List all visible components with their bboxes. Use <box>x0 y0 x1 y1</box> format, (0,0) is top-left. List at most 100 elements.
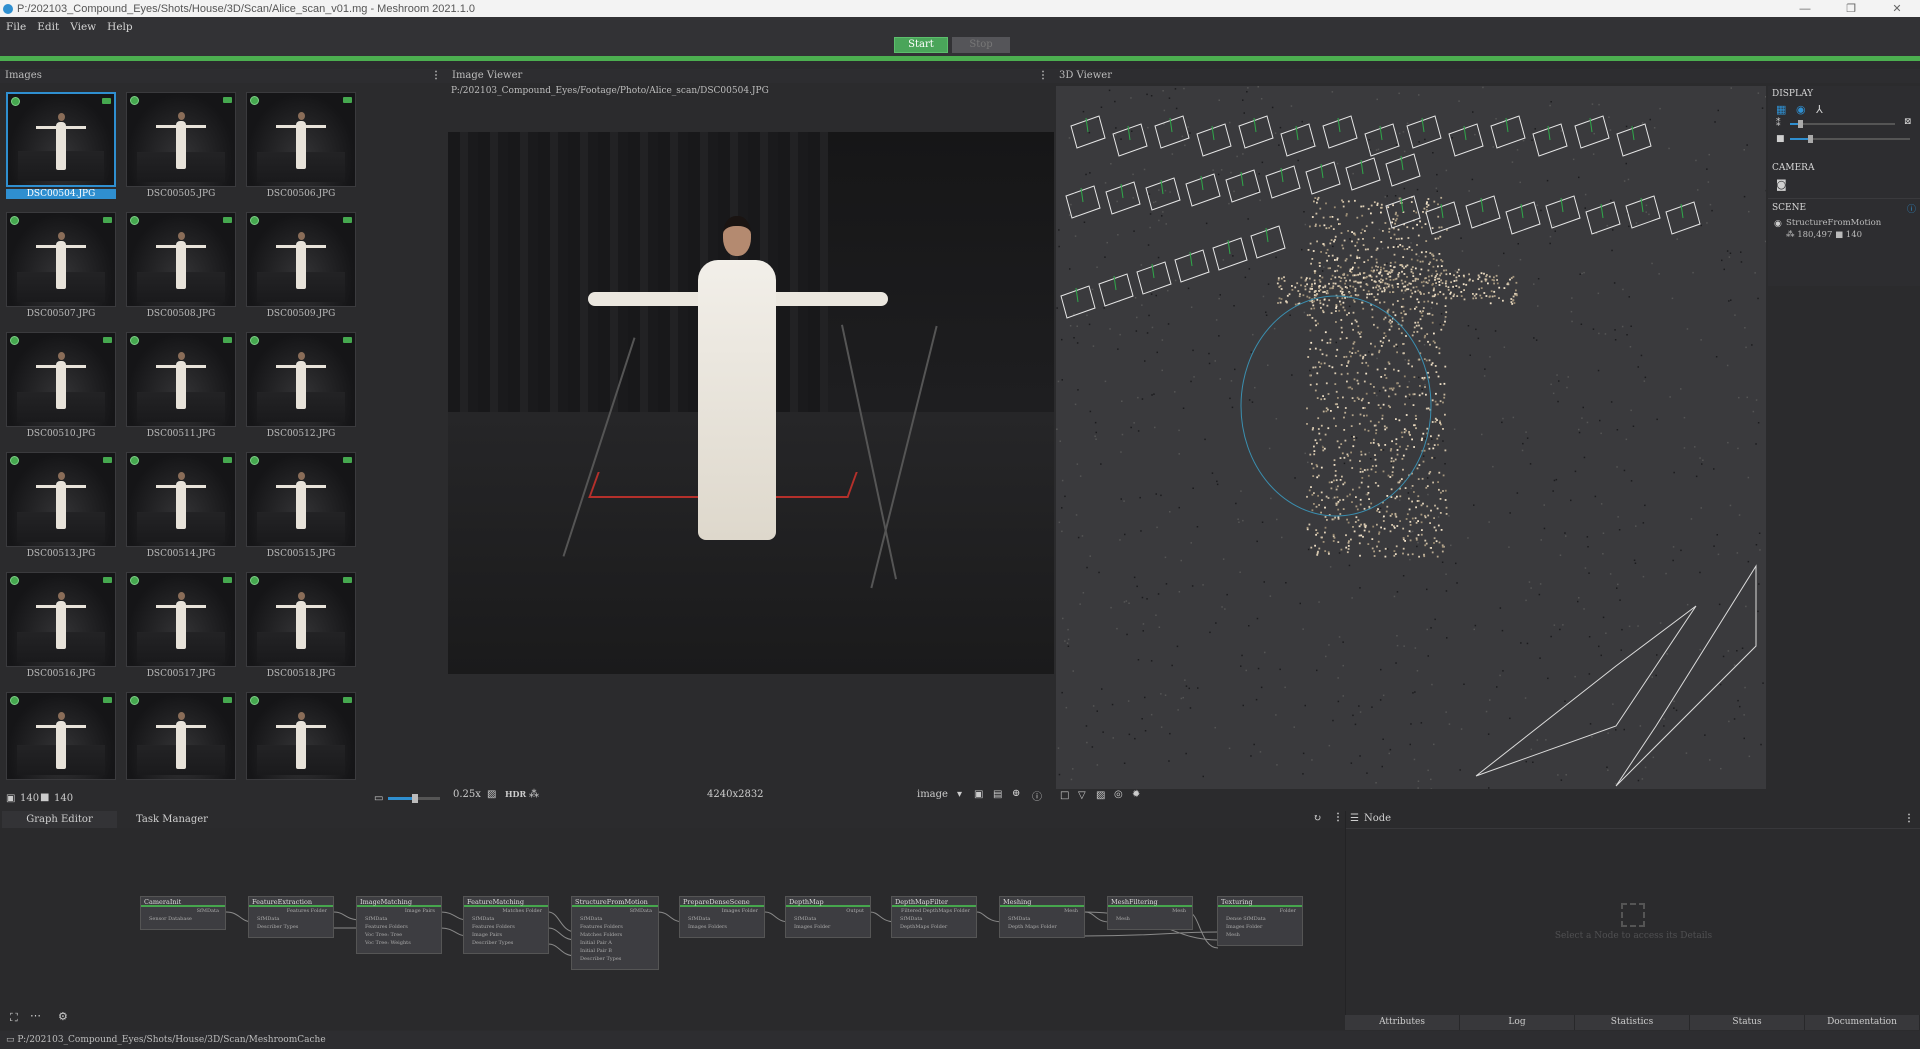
image-thumbnail[interactable] <box>246 212 356 307</box>
image-thumbnail[interactable] <box>126 212 236 307</box>
graph-node[interactable]: ImageMatching Image Pairs SfMData Features … <box>356 896 442 954</box>
graph-node[interactable]: DepthMap Output SfMData Images Folder <box>785 896 871 938</box>
image-thumbnail[interactable] <box>6 332 116 427</box>
node-input-port[interactable]: Mesh <box>1108 915 1192 923</box>
camera-scale-slider[interactable] <box>1790 135 1910 143</box>
node-input-port[interactable]: Image Pairs <box>464 931 548 939</box>
info-icon[interactable]: ⓘ <box>1032 788 1042 803</box>
tab-status[interactable]: Status <box>1690 1015 1805 1030</box>
graph-node[interactable]: Meshing Mesh SfMData Depth Maps Folder <box>999 896 1085 938</box>
node-output-port[interactable]: Matches Folder <box>464 907 548 915</box>
node-input-port[interactable]: Features Folders <box>357 923 441 931</box>
image-thumbnail[interactable] <box>246 572 356 667</box>
camera-snapshot-icon[interactable]: ◙ <box>1776 178 1787 191</box>
color-picker-icon[interactable]: ⁂ <box>529 789 539 800</box>
graph-node[interactable]: FeatureExtraction Features Folder SfMData D… <box>248 896 334 938</box>
maximize-button[interactable]: ❐ <box>1828 2 1874 15</box>
node-input-port[interactable]: Voc Tree: Tree <box>357 931 441 939</box>
node-input-port[interactable]: Voc Tree: Weights <box>357 939 441 947</box>
node-input-port[interactable]: SfMData <box>1000 915 1084 923</box>
graph-node[interactable]: PrepareDenseScene Images Folder SfMData Ima… <box>679 896 765 938</box>
viewer-3d-canvas[interactable] <box>1056 86 1766 789</box>
hdr-toggle[interactable]: HDR <box>505 789 526 799</box>
refresh-icon[interactable]: ↻ <box>1313 813 1321 824</box>
graph-node[interactable]: FeatureMatching Matches Folder SfMData Feat… <box>463 896 549 954</box>
tab-log[interactable]: Log <box>1460 1015 1575 1030</box>
image-thumbnail[interactable] <box>246 452 356 547</box>
image-thumbnail[interactable] <box>246 92 356 187</box>
node-output-port[interactable]: SfMData <box>141 907 225 915</box>
images-menu-icon[interactable]: ⋮ <box>431 69 441 83</box>
tab-graph-editor[interactable]: Graph Editor <box>2 811 117 828</box>
node-input-port[interactable]: SfMData <box>680 915 764 923</box>
stop-button[interactable]: Stop <box>952 37 1010 53</box>
image-mode-select[interactable]: image <box>917 789 948 800</box>
settings-3d-icon[interactable]: ✹ <box>1132 789 1140 800</box>
node-input-port[interactable]: Depth Maps Folder <box>1000 923 1084 931</box>
filter-icon[interactable]: ▽ <box>1078 790 1086 801</box>
cache-path[interactable]: P:/202103_Compound_Eyes/Shots/House/3D/S… <box>17 1035 325 1045</box>
node-input-port[interactable]: Features Folders <box>572 923 658 931</box>
node-output-port[interactable]: SfMData <box>572 907 658 915</box>
image-thumbnail[interactable] <box>246 692 356 780</box>
image-viewer-menu-icon[interactable]: ⋮ <box>1038 69 1048 83</box>
point-size-slider[interactable] <box>1790 120 1895 128</box>
grid-icon[interactable]: ▨ <box>1096 790 1105 801</box>
image-thumbnail[interactable] <box>6 452 116 547</box>
graph-node[interactable]: Texturing Folder Dense SfMData Images Folde… <box>1217 896 1303 946</box>
image-thumbnail[interactable] <box>6 212 116 307</box>
zoom-level[interactable]: 0.25x <box>453 789 481 800</box>
image-thumbnail[interactable] <box>6 572 116 667</box>
graph-node[interactable]: StructureFromMotion SfMData SfMData Feature… <box>571 896 659 970</box>
node-input-port[interactable]: Describer Types <box>572 955 658 963</box>
node-input-port[interactable]: Images Folder <box>786 923 870 931</box>
thumbnail-size-slider[interactable] <box>388 794 440 803</box>
color-channels-icon[interactable]: ▨ <box>487 789 496 800</box>
tab-attributes[interactable]: Attributes <box>1345 1015 1460 1030</box>
node-output-port[interactable]: Images Folder <box>680 907 764 915</box>
image-thumbnail[interactable] <box>126 92 236 187</box>
graph-node[interactable]: CameraInit SfMData Sensor Database <box>140 896 226 930</box>
chevron-down-icon[interactable]: ▾ <box>957 789 962 800</box>
node-menu-icon[interactable]: ⋮ <box>1904 813 1914 824</box>
image-thumbnail[interactable] <box>126 452 236 547</box>
image-thumbnail[interactable] <box>6 92 116 187</box>
axes-display-icon[interactable]: ⅄ <box>1816 103 1823 116</box>
node-input-port[interactable]: SfMData <box>892 915 976 923</box>
image-thumbnail[interactable] <box>126 332 236 427</box>
node-input-port[interactable]: SfMData <box>786 915 870 923</box>
menu-file[interactable]: File <box>6 21 26 33</box>
graph-menu-icon[interactable]: ⋮ <box>1333 812 1343 823</box>
globe-icon[interactable]: ⊕ <box>1012 788 1020 799</box>
menu-help[interactable]: Help <box>107 21 132 33</box>
image-thumbnail[interactable] <box>126 692 236 780</box>
node-output-port[interactable]: Mesh <box>1000 907 1084 915</box>
fit-view-icon[interactable]: ⊠ <box>1904 117 1912 127</box>
menu-view[interactable]: View <box>70 21 96 33</box>
gear-icon[interactable]: ⚙ <box>58 1010 68 1023</box>
more-icon[interactable]: ⋯ <box>30 1009 41 1022</box>
node-input-port[interactable]: Describer Types <box>249 923 333 931</box>
scene-item-name[interactable]: StructureFromMotion <box>1786 218 1881 228</box>
graph-node[interactable]: MeshFiltering Mesh Mesh <box>1107 896 1193 930</box>
node-input-port[interactable]: Sensor Database <box>141 915 225 923</box>
image-overlay-icon[interactable]: ▣ <box>974 789 983 800</box>
node-output-port[interactable]: Mesh <box>1108 907 1192 915</box>
node-input-port[interactable]: SfMData <box>249 915 333 923</box>
histogram-icon[interactable]: ▤ <box>993 789 1002 800</box>
fit-graph-icon[interactable]: ⛶ <box>10 1011 18 1025</box>
tab-documentation[interactable]: Documentation <box>1805 1015 1920 1030</box>
node-input-port[interactable]: Features Folders <box>464 923 548 931</box>
node-input-port[interactable]: Describer Types <box>464 939 548 947</box>
node-input-port[interactable]: Matches Folders <box>572 931 658 939</box>
minimize-button[interactable]: — <box>1782 3 1828 15</box>
tab-task-manager[interactable]: Task Manager <box>117 811 227 828</box>
node-input-port[interactable]: Images Folders <box>680 923 764 931</box>
node-input-port[interactable]: Images Folder <box>1218 923 1302 931</box>
visibility-eye-icon[interactable]: ◉ <box>1774 219 1782 229</box>
node-input-port[interactable]: SfMData <box>572 915 658 923</box>
node-input-port[interactable]: Initial Pair A <box>572 939 658 947</box>
close-button[interactable]: ✕ <box>1874 2 1920 15</box>
gizmo-display-icon[interactable]: ◉ <box>1796 103 1806 116</box>
node-input-port[interactable]: Initial Pair B <box>572 947 658 955</box>
